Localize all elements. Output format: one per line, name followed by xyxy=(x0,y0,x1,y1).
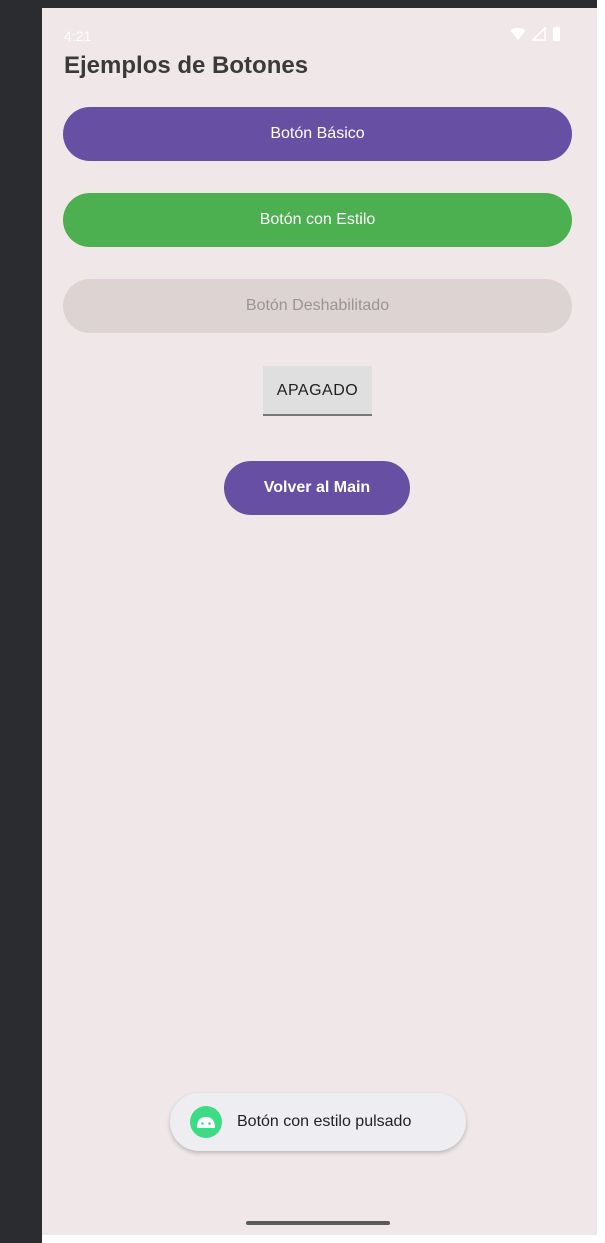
page-title: Ejemplos de Botones xyxy=(64,52,309,79)
status-icons xyxy=(510,25,561,47)
styled-button[interactable]: Botón con Estilo xyxy=(63,193,572,247)
toggle-button-label: APAGADO xyxy=(276,382,359,399)
wifi-icon xyxy=(510,27,526,46)
toast-text: Botón con estilo pulsado xyxy=(237,1113,412,1130)
device-frame-right xyxy=(597,0,605,1243)
disabled-button-label: Botón Deshabilitado xyxy=(245,297,390,314)
styled-button-label: Botón con Estilo xyxy=(259,211,376,228)
basic-button-label: Botón Básico xyxy=(270,125,365,142)
disabled-button: Botón Deshabilitado xyxy=(63,279,572,333)
status-bar: 4:21 xyxy=(42,8,597,48)
back-to-main-label: Volver al Main xyxy=(263,479,371,496)
device-frame-left xyxy=(0,0,42,1243)
signal-icon xyxy=(531,25,546,46)
toast-message: Botón con estilo pulsado xyxy=(170,1093,466,1151)
device-frame-top xyxy=(0,0,597,8)
toggle-indicator xyxy=(263,414,372,416)
status-time: 4:21 xyxy=(64,28,92,44)
back-to-main-button[interactable]: Volver al Main xyxy=(224,461,410,515)
app-screen: 4:21 Ejemplos de Botones Botón Básico Bo… xyxy=(42,8,597,1235)
battery-icon xyxy=(552,26,561,47)
basic-button[interactable]: Botón Básico xyxy=(63,107,572,161)
gesture-nav-handle[interactable] xyxy=(246,1221,390,1225)
toggle-button[interactable]: APAGADO xyxy=(263,366,372,416)
android-icon xyxy=(190,1106,222,1138)
